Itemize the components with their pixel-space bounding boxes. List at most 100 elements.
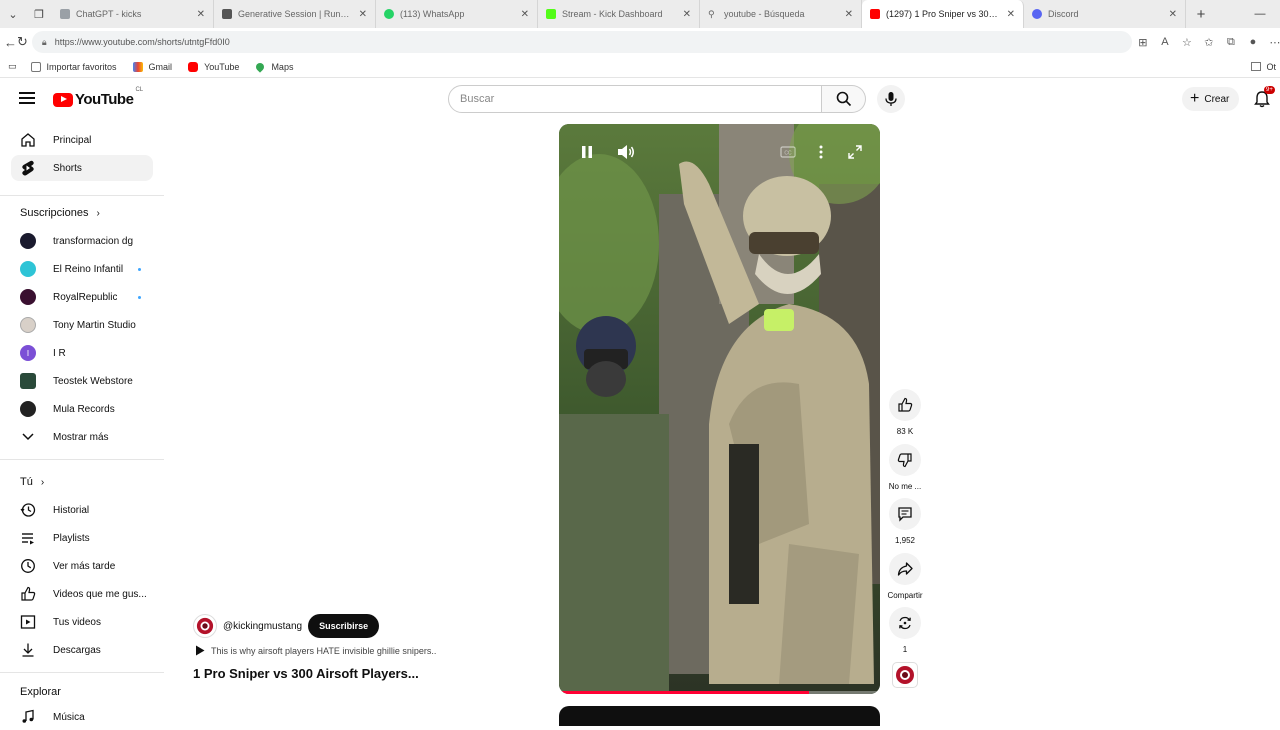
browser-tab[interactable]: Stream - Kick Dashboard ✕ (538, 0, 700, 28)
browser-tab[interactable]: Generative Session | Runway AI ✕ (214, 0, 376, 28)
subscription-item[interactable]: El Reino Infantil (11, 256, 153, 282)
channel-name[interactable]: @kickingmustang (223, 621, 302, 632)
back-icon[interactable]: ← (4, 30, 17, 54)
favorites-icon[interactable]: ✩ (1198, 36, 1220, 49)
sidebar-item-playlists[interactable]: Playlists (11, 525, 153, 551)
youtube-logo[interactable]: YouTube CL (53, 87, 143, 108)
video-progress-bar[interactable] (559, 691, 880, 694)
short-title[interactable]: 1 Pro Sniper vs 300 Airsoft Players... (193, 666, 419, 681)
remix-count: 1 (902, 645, 908, 654)
channel-avatar (20, 317, 36, 333)
close-tab-icon[interactable]: ✕ (197, 9, 205, 20)
dislike-action[interactable]: No me ... (886, 444, 924, 491)
subscription-item[interactable]: RoyalRepublic (11, 284, 153, 310)
site-info-icon[interactable]: 🔒︎ (42, 37, 47, 48)
sidebar-item-liked[interactable]: Videos que me gus... (11, 581, 153, 607)
apps-icon[interactable]: ⊞ (1132, 36, 1154, 49)
bookmark-youtube[interactable]: YouTube (188, 61, 239, 72)
tab-list-icon[interactable]: ⌄ (0, 0, 26, 28)
browser-tab[interactable]: Discord ✕ (1024, 0, 1186, 28)
browser-tab-active[interactable]: (1297) 1 Pro Sniper vs 300 Ai... ✕ (862, 0, 1024, 28)
close-tab-icon[interactable]: ✕ (521, 9, 529, 20)
search-input[interactable]: Buscar (448, 85, 822, 113)
share-action[interactable]: Compartir (886, 553, 924, 600)
url-field[interactable]: 🔒︎ https://www.youtube.com/shorts/utntgF… (31, 31, 1132, 53)
channel-thumbnail[interactable] (892, 662, 918, 688)
show-more-button[interactable]: Mostrar más (11, 424, 153, 450)
remix-button[interactable] (889, 607, 921, 639)
shorts-video-player[interactable]: CC (559, 124, 880, 694)
description-text: This is why airsoft players HATE invisib… (211, 645, 437, 656)
sidebar-item-shorts[interactable]: Shorts (11, 155, 153, 181)
profile-icon[interactable]: ● (1242, 36, 1264, 49)
read-aloud-icon[interactable]: A (1154, 36, 1176, 49)
captions-button[interactable]: CC (777, 141, 799, 163)
sidebar-item-watch-later[interactable]: Ver más tarde (11, 553, 153, 579)
close-tab-icon[interactable]: ✕ (845, 9, 853, 20)
close-tab-icon[interactable]: ✕ (683, 9, 691, 20)
subscriptions-header[interactable]: Suscripciones › (20, 207, 100, 219)
sidebar-item-label: Videos que me gus... (53, 588, 147, 600)
remix-action[interactable]: 1 (886, 607, 924, 654)
browser-tab-strip: ⌄ ❐ ChatGPT - kicks ✕ Generative Session… (0, 0, 1280, 28)
like-button[interactable] (889, 389, 921, 421)
more-menu-icon[interactable]: ⋯ (1264, 36, 1280, 49)
collections-icon[interactable]: ⧉ (1220, 36, 1242, 49)
browser-tab[interactable]: (113) WhatsApp ✕ (376, 0, 538, 28)
voice-search-button[interactable] (877, 85, 905, 113)
close-tab-icon[interactable]: ✕ (1007, 9, 1015, 20)
tab-label: Generative Session | Runway AI (238, 9, 353, 19)
comments-action[interactable]: 1,952 (886, 498, 924, 545)
pause-button[interactable] (576, 141, 598, 163)
sidebar: Principal Shorts Suscripciones › transfo… (0, 124, 164, 723)
comment-count: 1,952 (894, 536, 916, 545)
sidebar-item-music[interactable]: Música (11, 704, 153, 730)
create-button[interactable]: + Crear (1182, 87, 1240, 111)
sidebar-item-label: RoyalRepublic (53, 291, 118, 303)
share-button[interactable] (889, 553, 921, 585)
channel-avatar[interactable] (193, 614, 217, 638)
next-short-preview[interactable] (559, 706, 880, 726)
subscription-item[interactable]: Tony Martin Studio (11, 312, 153, 338)
browser-tab[interactable]: ChatGPT - kicks ✕ (52, 0, 214, 28)
other-favorites[interactable]: Ot (1251, 62, 1276, 72)
close-tab-icon[interactable]: ✕ (1169, 9, 1177, 20)
bookmark-maps[interactable]: Maps (254, 60, 293, 73)
subscription-item[interactable]: Teostek Webstore (11, 368, 153, 394)
like-action[interactable]: 83 K (886, 389, 924, 436)
bookmark-gmail[interactable]: Gmail (132, 61, 172, 72)
comments-button[interactable] (889, 498, 921, 530)
more-options-button[interactable] (810, 141, 832, 163)
browser-tab[interactable]: ⚲ youtube - Búsqueda ✕ (700, 0, 862, 28)
menu-icon[interactable] (19, 92, 35, 104)
subscription-item[interactable]: Mula Records (11, 396, 153, 422)
fullscreen-button[interactable] (844, 141, 866, 163)
search-button[interactable] (822, 85, 866, 113)
volume-button[interactable] (615, 141, 637, 163)
play-icon (196, 645, 205, 656)
bookmark-import[interactable]: Importar favoritos (30, 61, 117, 72)
close-tab-icon[interactable]: ✕ (359, 9, 367, 20)
channel-avatar (20, 373, 36, 389)
you-header[interactable]: Tú › (20, 476, 44, 488)
favorite-star-icon[interactable]: ☆ (1176, 36, 1198, 49)
subscription-item[interactable]: I I R (11, 340, 153, 366)
section-title: Explorar (20, 686, 61, 698)
notifications-button[interactable]: 9+ (1254, 86, 1275, 108)
workspaces-icon[interactable]: ❐ (26, 0, 52, 28)
subscription-item[interactable]: transformacion dg (11, 228, 153, 254)
sidebar-toggle-icon[interactable]: ▭ (8, 61, 17, 72)
dislike-button[interactable] (889, 444, 921, 476)
reload-icon[interactable]: ↻ (17, 30, 28, 54)
short-description[interactable]: This is why airsoft players HATE invisib… (195, 645, 436, 656)
channel-logo-icon (196, 617, 214, 635)
subscribe-button[interactable]: Suscribirse (308, 614, 380, 638)
sidebar-item-home[interactable]: Principal (11, 127, 153, 153)
sidebar-item-your-videos[interactable]: Tus videos (11, 609, 153, 635)
new-tab-icon[interactable]: + (1186, 0, 1216, 28)
video-progress-fill (559, 691, 810, 694)
new-content-dot (138, 267, 141, 271)
sidebar-item-history[interactable]: Historial (11, 497, 153, 523)
minimize-icon[interactable]: — (1240, 0, 1280, 28)
sidebar-item-downloads[interactable]: Descargas (11, 637, 153, 663)
